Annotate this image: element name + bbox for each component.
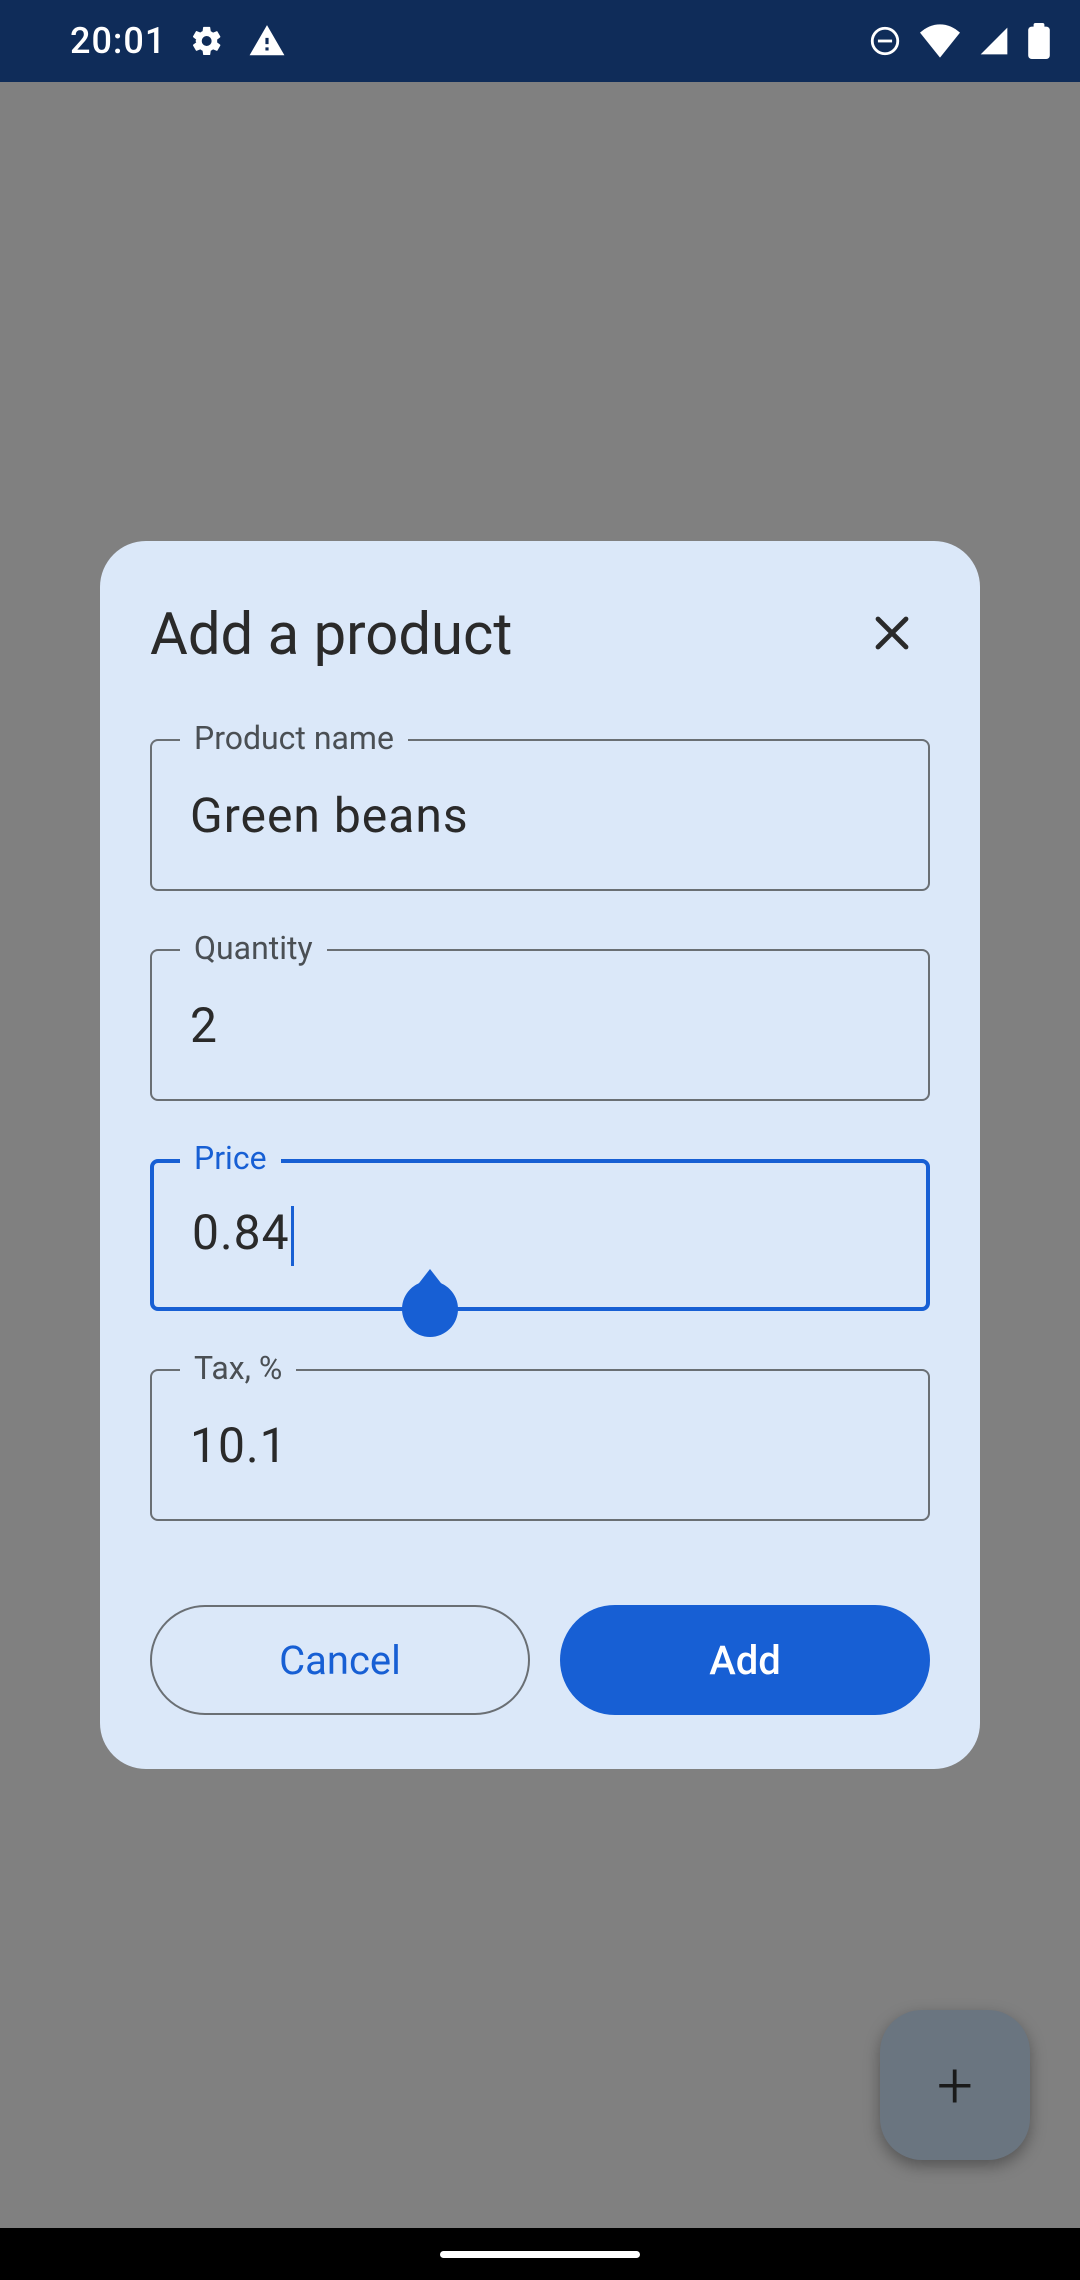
warning-icon <box>248 22 286 60</box>
quantity-value: 2 <box>190 997 890 1054</box>
product-name-field[interactable]: Green beans <box>150 739 930 891</box>
tax-field[interactable]: 10.1 <box>150 1369 930 1521</box>
product-name-field-group: Product name Green beans <box>150 739 930 891</box>
close-button[interactable] <box>864 607 920 663</box>
close-icon <box>868 609 916 661</box>
text-cursor <box>291 1206 294 1266</box>
quantity-field[interactable]: 2 <box>150 949 930 1101</box>
add-product-dialog: Add a product Product name Green beans Q… <box>100 541 980 1769</box>
gear-icon <box>190 24 224 58</box>
price-field[interactable]: 0.84 <box>150 1159 930 1311</box>
dnd-icon <box>868 24 902 58</box>
dialog-actions: Cancel Add <box>150 1605 930 1715</box>
status-right-group <box>868 23 1050 59</box>
screen: 20:01 + <box>0 0 1080 2280</box>
price-field-group: Price 0.84 <box>150 1159 930 1311</box>
modal-overlay: Add a product Product name Green beans Q… <box>0 82 1080 2228</box>
price-value: 0.84 <box>192 1204 888 1266</box>
tax-value: 10.1 <box>190 1417 890 1474</box>
dialog-title: Add a product <box>150 601 512 669</box>
quantity-field-group: Quantity 2 <box>150 949 930 1101</box>
battery-icon <box>1028 23 1050 59</box>
product-name-label: Product name <box>180 719 408 757</box>
wifi-icon <box>920 24 960 58</box>
tax-field-group: Tax, % 10.1 <box>150 1369 930 1521</box>
quantity-label: Quantity <box>180 929 327 967</box>
add-button[interactable]: Add <box>560 1605 930 1715</box>
status-left-group: 20:01 <box>30 20 286 62</box>
signal-icon <box>978 25 1010 57</box>
status-bar: 20:01 <box>0 0 1080 82</box>
home-indicator[interactable] <box>440 2251 640 2258</box>
tax-label: Tax, % <box>180 1349 296 1387</box>
status-time: 20:01 <box>70 20 166 62</box>
cancel-button[interactable]: Cancel <box>150 1605 530 1715</box>
product-name-value: Green beans <box>190 787 890 844</box>
cancel-button-label: Cancel <box>279 1637 401 1684</box>
dialog-header: Add a product <box>150 601 930 669</box>
add-button-label: Add <box>709 1637 781 1684</box>
text-handle-icon[interactable] <box>402 1281 458 1337</box>
price-label: Price <box>180 1139 281 1177</box>
navigation-bar <box>0 2228 1080 2280</box>
